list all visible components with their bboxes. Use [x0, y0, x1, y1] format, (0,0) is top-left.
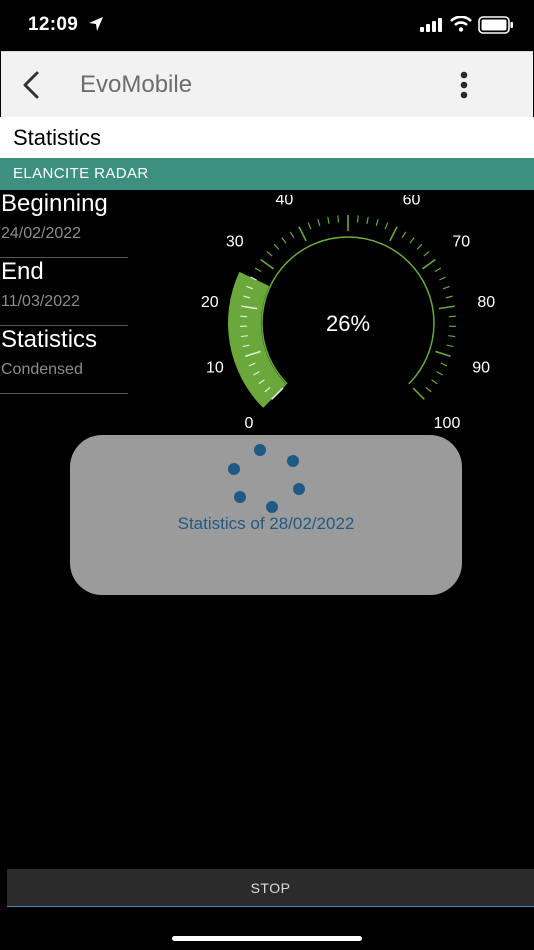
gauge-fill: [228, 271, 287, 408]
info-title: Beginning: [1, 190, 108, 217]
gauge-minor-tick: [446, 344, 454, 348]
battery-icon: [478, 16, 513, 34]
gauge-minor-tick: [423, 251, 430, 257]
page-header: Statistics: [0, 117, 534, 158]
gauge-minor-tick: [439, 276, 446, 281]
more-vertical-icon[interactable]: [449, 68, 479, 102]
info-item-statistics[interactable]: Statistics Condensed: [0, 326, 128, 394]
gauge-minor-tick: [289, 231, 295, 239]
loading-spinner-icon: [228, 444, 305, 513]
chevron-left-icon[interactable]: [15, 68, 49, 102]
home-indicator: [172, 936, 362, 941]
wifi-icon: [450, 16, 472, 32]
gauge-minor-tick: [434, 267, 442, 273]
app-bar: EvoMobile: [1, 51, 533, 117]
gauge-minor-tick: [436, 371, 443, 376]
status-card-text: Statistics of 28/02/2022: [177, 514, 355, 533]
gauge-minor-tick: [307, 222, 312, 230]
gauge-major-tick: [260, 258, 275, 270]
gauge-minor-tick: [327, 216, 330, 224]
gauge-tick-label: 10: [206, 359, 224, 376]
cellular-signal-icon: [420, 18, 442, 32]
info-list: Beginning 24/02/2022 End 11/03/2022 Stat…: [0, 190, 128, 394]
gauge-minor-tick: [273, 243, 280, 250]
gauge-tick-label: 30: [226, 234, 244, 251]
status-bar: 12:09: [0, 0, 534, 50]
gauge-minor-tick: [409, 237, 415, 244]
gauge-minor-tick: [425, 386, 432, 393]
info-title: Statistics: [1, 326, 98, 353]
gauge-major-tick: [435, 350, 451, 358]
gauge-minor-tick: [356, 215, 359, 223]
gauge-minor-tick: [416, 243, 423, 250]
info-value: 24/02/2022: [1, 225, 82, 242]
gauge-tick-label: 70: [452, 234, 470, 251]
app-title: EvoMobile: [80, 71, 193, 98]
gauge-major-tick: [389, 226, 398, 242]
gauge-value-label: 26%: [326, 311, 370, 336]
info-item-beginning[interactable]: Beginning 24/02/2022: [0, 190, 128, 258]
gauge-minor-tick: [445, 295, 453, 299]
gauge-minor-tick: [384, 222, 389, 230]
gauge-minor-tick: [442, 285, 450, 290]
status-time: 12:09: [28, 14, 79, 35]
info-item-end[interactable]: End 11/03/2022: [0, 258, 128, 326]
gauge-tick-label: 60: [403, 195, 421, 208]
gauge-minor-tick: [317, 219, 321, 227]
gauge-tick-label: 20: [201, 294, 219, 311]
gauge-minor-tick: [440, 362, 448, 367]
info-value: 11/03/2022: [1, 293, 80, 310]
gauge-major-tick: [438, 305, 455, 310]
stop-button-label: STOP: [250, 880, 291, 896]
gauge-major-tick: [412, 387, 425, 400]
section-label: ELANCITE RADAR: [13, 165, 149, 182]
location-arrow-icon: [89, 17, 103, 31]
gauge-minor-tick: [254, 267, 262, 273]
stop-button[interactable]: STOP: [7, 869, 534, 907]
status-card: Statistics of 28/02/2022: [70, 435, 462, 595]
gauge-minor-tick: [337, 215, 340, 223]
percentage-gauge: 0102030405060708090100 26%: [201, 195, 495, 430]
gauge-tick-label: 100: [434, 415, 461, 430]
gauge-minor-tick: [448, 335, 456, 338]
gauge-tick-label: 0: [245, 415, 254, 430]
info-title: End: [1, 258, 44, 285]
gauge-minor-tick: [366, 216, 369, 224]
gauge-minor-tick: [431, 379, 438, 385]
page-title: Statistics: [13, 125, 102, 150]
section-bar: ELANCITE RADAR: [0, 158, 534, 190]
gauge-minor-tick: [266, 251, 273, 257]
gauge-tick-label: 80: [477, 294, 495, 311]
gauge-major-tick: [298, 226, 307, 242]
gauge-tick-label: 90: [472, 359, 490, 376]
info-value: Condensed: [1, 361, 83, 378]
gauge-minor-tick: [401, 231, 407, 239]
gauge-major-tick: [421, 258, 436, 270]
gauge-minor-tick: [375, 219, 379, 227]
gauge-tick-label: 40: [276, 195, 294, 208]
gauge-minor-tick: [281, 237, 287, 244]
